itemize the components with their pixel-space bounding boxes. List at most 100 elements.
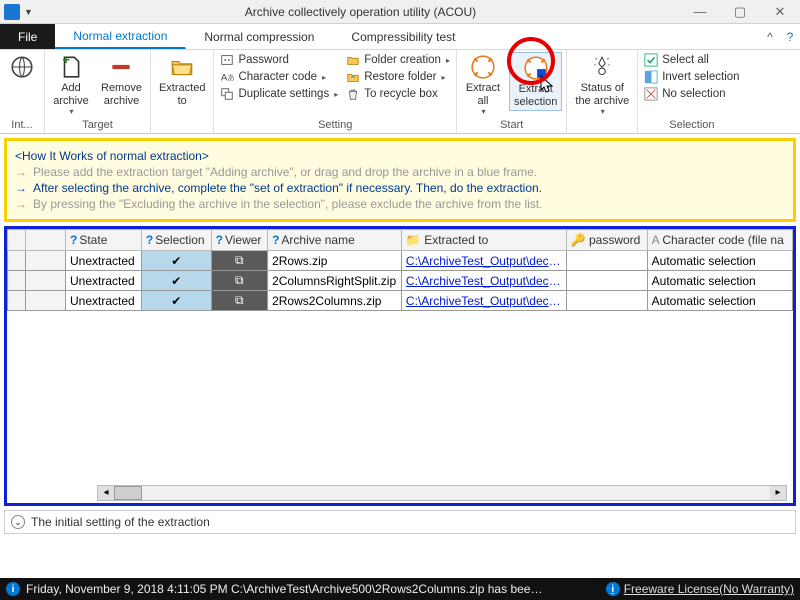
info-icon: i	[606, 582, 620, 596]
duplicate-settings-button[interactable]: Duplicate settings▸	[218, 86, 340, 102]
group-label-start: Start	[461, 118, 562, 133]
col-password[interactable]: 🔑 password	[566, 230, 647, 251]
howto-title: <How It Works of normal extraction>	[15, 149, 209, 163]
character-code-button[interactable]: AあCharacter code▸	[218, 69, 340, 85]
add-file-icon: +	[58, 54, 84, 80]
tab-normal-compression[interactable]: Normal compression	[186, 24, 333, 49]
cell-extracted-to[interactable]: C:\ArchiveTest_Output\decomp	[401, 271, 566, 291]
tab-normal-extraction[interactable]: Normal extraction	[55, 24, 186, 49]
selection-checkbox[interactable]: ✔	[141, 251, 211, 271]
info-icon: i	[6, 582, 20, 596]
cell-char-code: Automatic selection	[647, 291, 792, 311]
svg-text:+: +	[62, 54, 70, 67]
invert-icon	[644, 70, 658, 84]
scroll-thumb[interactable]	[114, 486, 142, 500]
folder-creation-button[interactable]: Folder creation▸	[344, 52, 452, 68]
folder-restore-icon	[346, 70, 360, 84]
to-recycle-box-button[interactable]: To recycle box	[344, 86, 452, 102]
maximize-button[interactable]: ▢	[720, 0, 760, 24]
viewer-button[interactable]: ⧉	[211, 251, 267, 271]
col-state[interactable]: ?State	[66, 230, 142, 251]
title-bar: ▼ Archive collectively operation utility…	[0, 0, 800, 24]
status-icon	[589, 54, 615, 80]
extract-all-icon	[470, 54, 496, 80]
tab-compressibility-test[interactable]: Compressibility test	[333, 24, 474, 49]
scroll-right-button[interactable]: ▸	[770, 486, 786, 500]
grid-header-row: ?State ?Selection ?Viewer ?Archive name …	[8, 230, 793, 251]
internationalization-button[interactable]	[4, 52, 40, 84]
cell-extracted-to[interactable]: C:\ArchiveTest_Output\decomp	[401, 291, 566, 311]
cell-state: Unextracted	[66, 291, 142, 311]
col-viewer[interactable]: ?Viewer	[211, 230, 267, 251]
svg-text:あ: あ	[227, 74, 234, 83]
viewer-button[interactable]: ⧉	[211, 271, 267, 291]
folder-open-icon	[169, 54, 195, 80]
ribbon-tabs: File Normal extraction Normal compressio…	[0, 24, 800, 50]
key-icon	[220, 53, 234, 67]
cell-extracted-to[interactable]: C:\ArchiveTest_Output\decomp	[401, 251, 566, 271]
add-archive-button[interactable]: + Add archive▾	[49, 52, 93, 118]
globe-icon	[9, 54, 35, 80]
char-icon: Aあ	[220, 70, 234, 84]
restore-folder-button[interactable]: Restore folder▸	[344, 69, 452, 85]
license-link[interactable]: iFreeware License(No Warranty)	[606, 582, 794, 596]
cell-archive-name: 2Rows2Columns.zip	[268, 291, 402, 311]
chevron-down-icon: ⌄	[11, 515, 25, 529]
archive-grid-panel: ?State ?Selection ?Viewer ?Archive name …	[4, 226, 796, 506]
group-label-setting: Setting	[218, 118, 452, 133]
how-it-works-panel: <How It Works of normal extraction> →Ple…	[4, 138, 796, 222]
table-row[interactable]: Unextracted✔⧉2Rows2Columns.zipC:\Archive…	[8, 291, 793, 311]
help-icon[interactable]: ?	[780, 24, 800, 49]
collapse-ribbon-icon[interactable]: ^	[760, 24, 780, 49]
app-icon	[4, 4, 20, 20]
status-of-archive-button[interactable]: Status of the archive▾	[571, 52, 633, 118]
viewer-button[interactable]: ⧉	[211, 291, 267, 311]
table-row[interactable]: Unextracted✔⧉2ColumnsRightSplit.zipC:\Ar…	[8, 271, 793, 291]
no-selection-icon	[644, 87, 658, 101]
select-all-icon	[644, 53, 658, 67]
ribbon: Int... + Add archive▾ Remove archive Tar…	[0, 50, 800, 134]
selection-checkbox[interactable]: ✔	[141, 291, 211, 311]
status-bar: i Friday, November 9, 2018 4:11:05 PM C:…	[0, 578, 800, 600]
cell-password	[566, 271, 647, 291]
minimize-button[interactable]: —	[680, 0, 720, 24]
extracted-to-button[interactable]: Extracted to	[155, 52, 209, 109]
initial-setting-expander[interactable]: ⌄ The initial setting of the extraction	[4, 510, 796, 534]
col-char-code[interactable]: A Character code (file na	[647, 230, 792, 251]
col-extracted-to[interactable]: 📁 Extracted to	[401, 230, 566, 251]
col-archive-name[interactable]: ?Archive name	[268, 230, 402, 251]
horizontal-scrollbar[interactable]: ◂ ▸	[97, 485, 787, 501]
close-button[interactable]: ✕	[760, 0, 800, 24]
cell-archive-name: 2Rows.zip	[268, 251, 402, 271]
table-row[interactable]: Unextracted✔⧉2Rows.zipC:\ArchiveTest_Out…	[8, 251, 793, 271]
group-label-int: Int...	[4, 118, 40, 133]
select-all-button[interactable]: Select all	[642, 52, 741, 68]
window-title: Archive collectively operation utility (…	[41, 5, 680, 19]
cell-password	[566, 291, 647, 311]
remove-archive-button[interactable]: Remove archive	[97, 52, 146, 109]
password-button[interactable]: Password	[218, 52, 340, 68]
group-label-target: Target	[49, 118, 146, 133]
duplicate-icon	[220, 87, 234, 101]
file-tab[interactable]: File	[0, 24, 55, 49]
no-selection-button[interactable]: No selection	[642, 86, 741, 102]
col-selection[interactable]: ?Selection	[141, 230, 211, 251]
selection-checkbox[interactable]: ✔	[141, 271, 211, 291]
cell-char-code: Automatic selection	[647, 271, 792, 291]
cell-archive-name: 2ColumnsRightSplit.zip	[268, 271, 402, 291]
archive-grid[interactable]: ?State ?Selection ?Viewer ?Archive name …	[7, 229, 793, 311]
qat-dropdown-icon[interactable]: ▼	[24, 7, 33, 17]
recycle-bin-icon	[346, 87, 360, 101]
cell-password	[566, 251, 647, 271]
invert-selection-button[interactable]: Invert selection	[642, 69, 741, 85]
cell-char-code: Automatic selection	[647, 251, 792, 271]
cursor-icon	[540, 75, 556, 95]
extract-selection-button[interactable]: Extract selection	[509, 52, 562, 111]
remove-icon	[108, 54, 134, 80]
scroll-left-button[interactable]: ◂	[98, 486, 114, 500]
extract-all-button[interactable]: Extract all▾	[461, 52, 505, 118]
group-label-selection: Selection	[642, 118, 741, 133]
cell-state: Unextracted	[66, 251, 142, 271]
status-text: Friday, November 9, 2018 4:11:05 PM C:\A…	[26, 582, 546, 596]
folder-plus-icon	[346, 53, 360, 67]
